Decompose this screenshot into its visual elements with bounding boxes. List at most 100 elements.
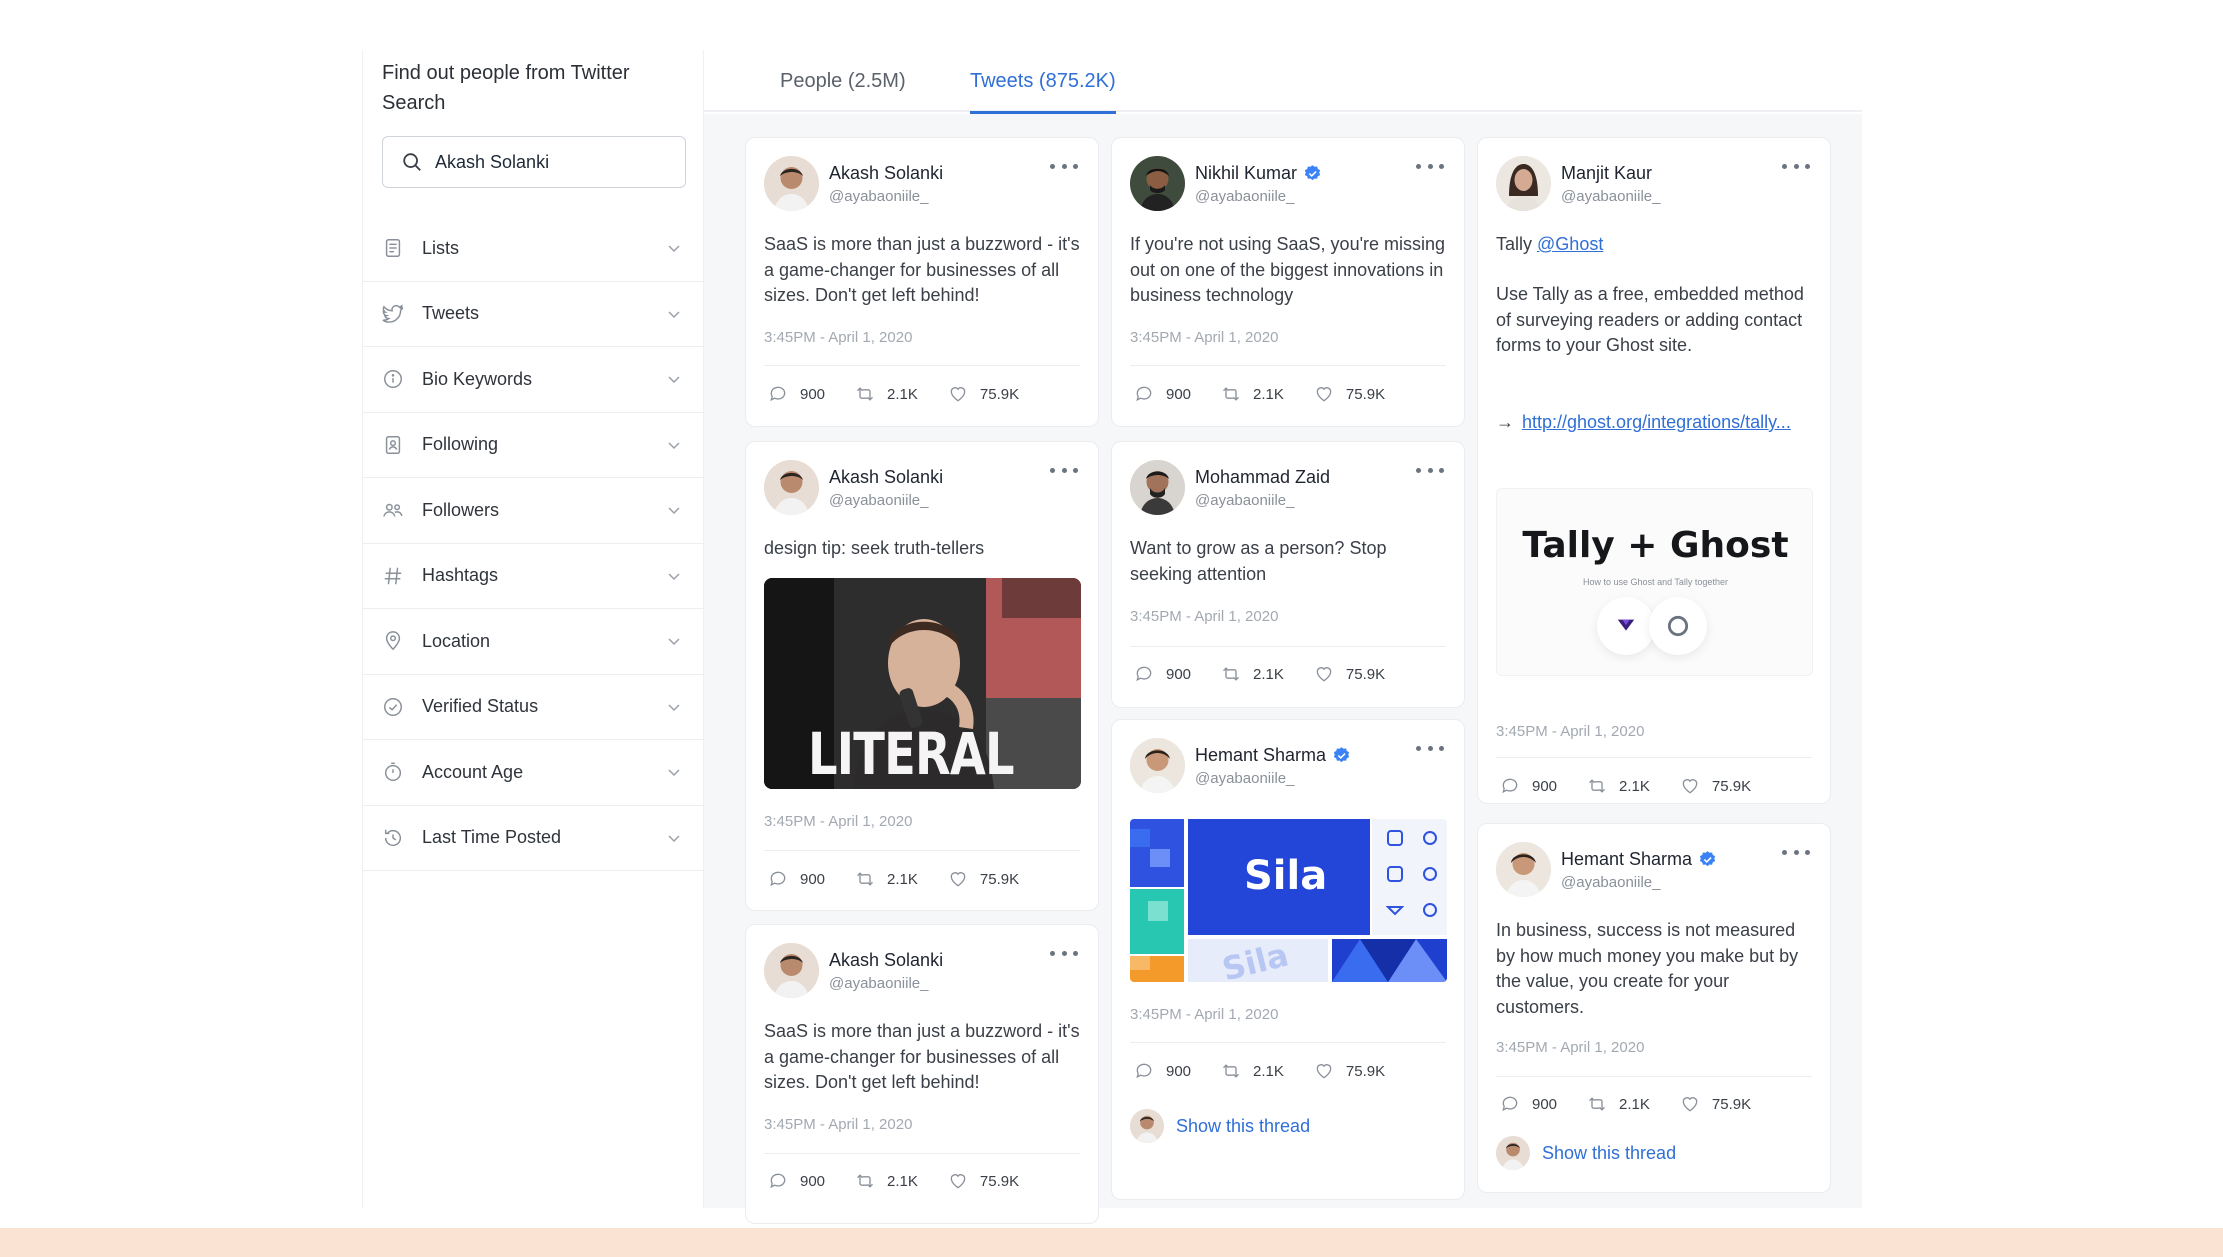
avatar[interactable] — [1496, 156, 1551, 211]
avatar[interactable] — [764, 156, 819, 211]
divider — [1496, 1076, 1812, 1077]
filter-account-age[interactable]: Account Age — [363, 740, 704, 806]
retweet-button[interactable]: 2.1K — [855, 384, 918, 404]
reply-button[interactable]: 900 — [1500, 1094, 1557, 1114]
reply-button[interactable]: 900 — [768, 384, 825, 404]
tab-people[interactable]: People (2.5M) — [780, 70, 906, 111]
tweet-author[interactable]: Mohammad Zaid @ayabaoniile_ — [1130, 460, 1330, 515]
search-input[interactable] — [435, 151, 665, 173]
bird-icon — [382, 303, 404, 325]
reply-button[interactable]: 900 — [768, 869, 825, 889]
filter-location[interactable]: Location — [363, 609, 704, 675]
filter-following[interactable]: Following — [363, 413, 704, 478]
avatar[interactable] — [1496, 842, 1551, 897]
avatar[interactable] — [1130, 156, 1185, 211]
preview-title: Tally + Ghost — [1522, 525, 1789, 566]
tweet-author[interactable]: Hemant Sharma @ayabaoniile_ — [1496, 842, 1717, 897]
tab-tweets[interactable]: Tweets (875.2K) — [970, 70, 1116, 114]
show-thread-link[interactable]: Show this thread — [1130, 1109, 1310, 1143]
tweet-text: design tip: seek truth-tellers — [764, 538, 985, 558]
author-handle: @ayabaoniile_ — [1195, 187, 1295, 205]
tweet-card[interactable]: Akash Solanki @ayabaoniile_ design tip: … — [745, 441, 1099, 911]
filter-tweets[interactable]: Tweets — [363, 282, 704, 347]
tweet-image[interactable]: LITERAL — [764, 578, 1081, 789]
reply-icon — [770, 871, 786, 887]
more-options-icon[interactable] — [1416, 464, 1444, 476]
more-options-icon[interactable] — [1050, 160, 1078, 172]
more-options-icon[interactable] — [1050, 464, 1078, 476]
check-circle-icon — [382, 696, 404, 718]
tweet-card[interactable]: Hemant Sharma @ayabaoniile_ In business,… — [1477, 823, 1831, 1193]
reply-button[interactable]: 900 — [1134, 664, 1191, 684]
avatar[interactable] — [1130, 460, 1185, 515]
retweet-button[interactable]: 2.1K — [1221, 384, 1284, 404]
reply-button[interactable]: 900 — [1134, 1061, 1191, 1081]
retweet-count: 2.1K — [1253, 385, 1284, 403]
retweet-button[interactable]: 2.1K — [1221, 1061, 1284, 1081]
retweet-button[interactable]: 2.1K — [1587, 1094, 1650, 1114]
retweet-button[interactable]: 2.1K — [1587, 776, 1650, 796]
author-handle: @ayabaoniile_ — [1561, 187, 1661, 205]
author-name: Hemant Sharma — [1561, 849, 1717, 870]
retweet-button[interactable]: 2.1K — [1221, 664, 1284, 684]
filter-last-time-posted[interactable]: Last Time Posted — [363, 806, 704, 871]
reply-button[interactable]: 900 — [1134, 384, 1191, 404]
filter-verified-status[interactable]: Verified Status — [363, 675, 704, 740]
author-name: Manjit Kaur — [1561, 162, 1653, 183]
filter-label: Following — [422, 434, 499, 455]
tweet-card[interactable]: Akash Solanki @ayabaoniile_ SaaS is more… — [745, 924, 1099, 1224]
tweet-card[interactable]: Akash Solanki @ayabaoniile_ SaaS is more… — [745, 137, 1099, 427]
like-button[interactable]: 75.9K — [1680, 1094, 1751, 1114]
retweet-button[interactable]: 2.1K — [855, 1171, 918, 1191]
more-options-icon[interactable] — [1782, 846, 1810, 858]
avatar[interactable] — [764, 460, 819, 515]
reply-icon — [770, 386, 786, 402]
filter-label: Account Age — [422, 761, 524, 782]
tweet-card[interactable]: Mohammad Zaid @ayabaoniile_ Want to grow… — [1111, 441, 1465, 708]
link-preview-card[interactable]: Tally + Ghost How to use Ghost and Tally… — [1496, 488, 1813, 676]
like-button[interactable]: 75.9K — [1314, 1061, 1385, 1081]
mention-link[interactable]: @Ghost — [1537, 234, 1603, 254]
heart-icon — [1682, 779, 1698, 794]
tweet-author[interactable]: Manjit Kaur @ayabaoniile_ — [1496, 156, 1660, 211]
reply-button[interactable]: 900 — [1500, 776, 1557, 796]
more-options-icon[interactable] — [1782, 160, 1810, 172]
integration-url-link[interactable]: http://ghost.org/integrations/tally... — [1522, 412, 1791, 432]
search-box[interactable] — [382, 136, 686, 188]
tweet-card[interactable]: Manjit Kaur @ayabaoniile_ Tally @Ghost U… — [1477, 137, 1831, 804]
avatar[interactable] — [764, 943, 819, 998]
hash-icon — [382, 565, 404, 587]
like-button[interactable]: 75.9K — [948, 869, 1019, 889]
filter-label: Verified Status — [422, 696, 539, 717]
filter-lists[interactable]: Lists — [363, 216, 704, 282]
filter-hashtags[interactable]: Hashtags — [363, 544, 704, 609]
tweet-card[interactable]: Nikhil Kumar @ayabaoniile_ If you're not… — [1111, 137, 1465, 427]
like-button[interactable]: 75.9K — [948, 1171, 1019, 1191]
tweet-text: Use Tally as a free, embedded method of … — [1496, 284, 1804, 355]
reply-button[interactable]: 900 — [768, 1171, 825, 1191]
like-button[interactable]: 75.9K — [1314, 664, 1385, 684]
tweet-link-line: → http://ghost.org/integrations/tally... — [1496, 410, 1796, 436]
tweet-author[interactable]: Akash Solanki @ayabaoniile_ — [764, 156, 943, 211]
more-options-icon[interactable] — [1416, 160, 1444, 172]
tweet-card[interactable]: Hemant Sharma @ayabaoniile_ Sila Sila 3:… — [1111, 719, 1465, 1200]
like-button[interactable]: 75.9K — [1314, 384, 1385, 404]
history-icon — [382, 827, 404, 849]
tweet-image[interactable]: Sila Sila — [1130, 819, 1447, 982]
avatar[interactable] — [1130, 738, 1185, 793]
show-thread-link[interactable]: Show this thread — [1496, 1136, 1676, 1170]
filter-followers[interactable]: Followers — [363, 478, 704, 544]
like-button[interactable]: 75.9K — [948, 384, 1019, 404]
show-thread-label: Show this thread — [1176, 1115, 1311, 1136]
retweet-button[interactable]: 2.1K — [855, 869, 918, 889]
tweet-author[interactable]: Hemant Sharma @ayabaoniile_ — [1130, 738, 1351, 793]
like-button[interactable]: 75.9K — [1680, 776, 1751, 796]
more-options-icon[interactable] — [1050, 947, 1078, 959]
tweet-author[interactable]: Akash Solanki @ayabaoniile_ — [764, 460, 943, 515]
filter-bio-keywords[interactable]: Bio Keywords — [363, 347, 704, 413]
reply-count: 900 — [1532, 777, 1558, 795]
tweet-author[interactable]: Nikhil Kumar @ayabaoniile_ — [1130, 156, 1322, 211]
tweet-stats: 900 2.1K 75.9K — [1500, 776, 1781, 796]
tweet-author[interactable]: Akash Solanki @ayabaoniile_ — [764, 943, 943, 998]
more-options-icon[interactable] — [1416, 742, 1444, 754]
